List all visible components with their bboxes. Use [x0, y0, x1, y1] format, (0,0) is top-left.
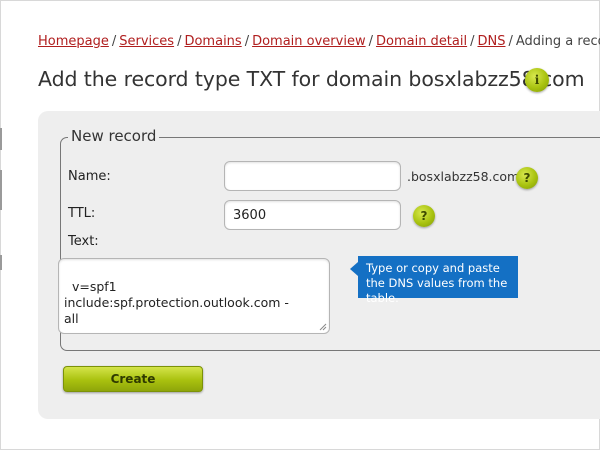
fieldset-legend: New record: [68, 127, 160, 145]
resize-grip-icon[interactable]: [319, 323, 327, 331]
breadcrumb-separator: /: [111, 34, 117, 49]
ttl-input[interactable]: 3600: [224, 200, 401, 230]
breadcrumb-domain-overview[interactable]: Domain overview: [252, 34, 366, 49]
ttl-help-icon[interactable]: ?: [413, 205, 435, 227]
breadcrumb-separator: /: [244, 34, 250, 49]
breadcrumb-separator: /: [470, 34, 475, 49]
callout-pointer: [350, 262, 358, 276]
text-textarea[interactable]: v=spf1 include:spf.protection.outlook.co…: [58, 258, 330, 334]
breadcrumb: Homepage / Services / Domains / Domain overvie…: [38, 34, 600, 49]
text-label: Text:: [68, 234, 99, 249]
domain-suffix: .bosxlabzz58.com: [407, 169, 520, 184]
name-input[interactable]: [224, 161, 401, 191]
breadcrumb-services[interactable]: Services: [119, 34, 174, 49]
breadcrumb-separator: /: [368, 34, 373, 49]
name-label: Name:: [68, 169, 111, 184]
breadcrumb-separator: /: [508, 34, 513, 49]
breadcrumb-domains[interactable]: Domains: [184, 34, 241, 49]
name-help-icon[interactable]: ?: [516, 167, 538, 189]
text-value: v=spf1 include:spf.protection.outlook.co…: [64, 279, 289, 326]
breadcrumb-separator: /: [177, 34, 182, 49]
page-title: Add the record type TXT for domain bosxl…: [38, 67, 585, 91]
left-edge-mark: [0, 128, 2, 150]
breadcrumb-domain-detail[interactable]: Domain detail: [376, 34, 467, 49]
left-edge-mark: [0, 170, 2, 210]
left-edge-mark: [0, 255, 2, 270]
breadcrumb-current: Adding a record: [515, 34, 600, 49]
create-button[interactable]: Create: [63, 366, 203, 392]
breadcrumb-homepage[interactable]: Homepage: [38, 34, 109, 49]
instruction-callout: Type or copy and paste the DNS values fr…: [358, 256, 518, 305]
breadcrumb-dns[interactable]: DNS: [478, 34, 506, 49]
info-icon[interactable]: i: [525, 68, 549, 92]
ttl-label: TTL:: [68, 206, 96, 221]
